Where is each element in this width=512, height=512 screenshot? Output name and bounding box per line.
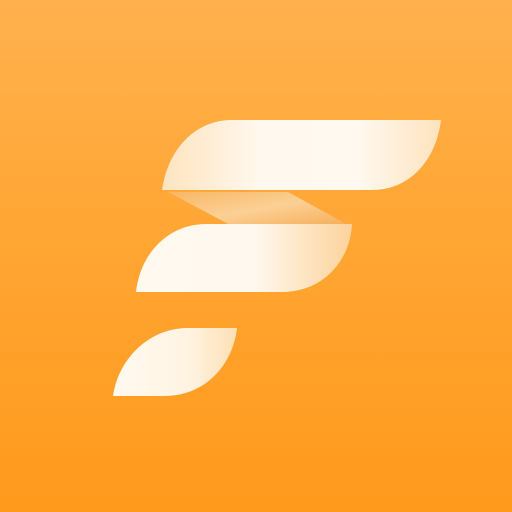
logo-middle-bar [136, 224, 352, 292]
stylized-letter-f-logo-icon [113, 120, 441, 396]
logo-top-bar [162, 120, 441, 190]
logo-fold-strip [168, 192, 350, 226]
app-icon-tile [0, 0, 512, 512]
logo-lower-leaf [113, 328, 237, 396]
